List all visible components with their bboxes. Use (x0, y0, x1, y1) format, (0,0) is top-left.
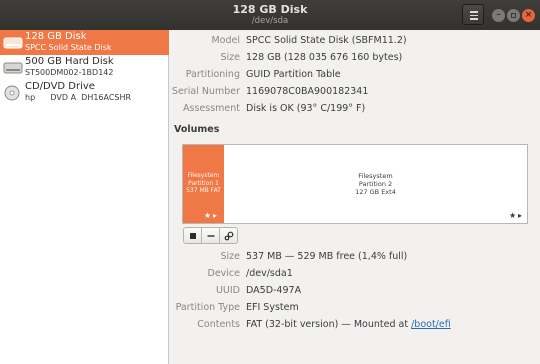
uuid-row: UUID DA5D-497A (170, 285, 540, 301)
device-row: Device /dev/sda1 (170, 268, 540, 284)
minimize-button[interactable]: – (492, 9, 505, 22)
minus-icon (207, 235, 215, 237)
drive-model: hp DVD A DH16ACSHR (25, 93, 132, 102)
contents-row: Contents FAT (32-bit version) — Mounted … (170, 319, 540, 335)
disk-details-panel: Model SPCC Solid State Disk (SBFM11.2) S… (170, 30, 540, 364)
unmount-button[interactable] (183, 227, 202, 244)
close-icon: × (524, 10, 533, 20)
partition-2-text: Filesystem Partition 2 127 GB Ext4 (224, 172, 527, 196)
model-label: Model (211, 35, 240, 46)
partition-toolbar (183, 227, 238, 245)
star-icon: ★ (509, 211, 517, 220)
partitioning-label: Partitioning (185, 69, 240, 80)
window-title: 128 GB Disk (232, 3, 308, 16)
drive-model: ST500DM002-1BD142 (25, 68, 114, 77)
assessment-row: Assessment Disk is OK (93° C/199° F) (170, 103, 540, 119)
partition-size-row: Size 537 MB — 529 MB free (1,4% full) (170, 251, 540, 267)
delete-partition-button[interactable] (201, 227, 220, 244)
harddisk-icon (3, 62, 23, 74)
star-icon: ★ (204, 211, 212, 220)
partitioning-row: Partitioning GUID Partition Table (170, 69, 540, 85)
gears-icon (224, 231, 234, 241)
drive-name: 500 GB Hard Disk (25, 56, 114, 67)
menu-button[interactable] (462, 4, 484, 25)
serial-value: 1169078C0BA900182341 (246, 86, 369, 97)
minimize-icon: – (496, 10, 501, 20)
maximize-icon (511, 13, 516, 18)
partition-2-name: Partition 2 (358, 180, 393, 188)
serial-row: Serial Number 1169078C0BA900182341 (170, 86, 540, 102)
model-value: SPCC Solid State Disk (SBFM11.2) (246, 35, 407, 46)
mounted-icon: ▸ (518, 211, 523, 220)
contents-label: Contents (197, 319, 240, 330)
title-bar: 128 GB Disk /dev/sda – × (0, 0, 540, 30)
partition-2-block[interactable]: Filesystem Partition 2 127 GB Ext4 ★ ▸ (224, 145, 527, 223)
partition-type-label: Partition Type (175, 302, 240, 313)
optical-disc-icon (4, 85, 20, 101)
contents-value: FAT (32-bit version) — Mounted at /boot/… (246, 319, 451, 330)
hamburger-icon (470, 11, 478, 13)
harddisk-icon (3, 37, 23, 49)
partition-map: Filesystem Partition 1 537 MB FAT ★ ▸ Fi… (182, 144, 528, 224)
partition-type-value: EFI System (246, 302, 299, 313)
serial-label: Serial Number (171, 86, 240, 97)
model-row: Model SPCC Solid State Disk (SBFM11.2) (170, 35, 540, 51)
device-label: Device (207, 268, 241, 279)
partitioning-value: GUID Partition Table (246, 69, 341, 80)
sidebar-item-128gb-disk[interactable]: 128 GB Disk SPCC Solid State Disk (0, 30, 169, 55)
sidebar-item-cd-dvd-drive[interactable]: CD/DVD Drive hp DVD A DH16ACSHR (0, 80, 169, 105)
drive-name: 128 GB Disk (25, 31, 87, 42)
drives-sidebar: 128 GB Disk SPCC Solid State Disk 500 GB… (0, 30, 169, 364)
partition-2-size: 127 GB Ext4 (355, 188, 396, 196)
size-label: Size (220, 52, 240, 63)
assessment-label: Assessment (183, 103, 240, 114)
uuid-value: DA5D-497A (246, 285, 302, 296)
partition-size-value: 537 MB — 529 MB free (1,4% full) (246, 251, 408, 262)
drive-name: CD/DVD Drive (25, 81, 95, 92)
size-value: 128 GB (128 035 676 160 bytes) (246, 52, 403, 63)
partition-1-size: 537 MB FAT (186, 187, 221, 194)
hamburger-icon (470, 18, 478, 20)
mount-point-link[interactable]: /boot/efi (411, 319, 451, 330)
partition-1-name: Partition 1 (188, 179, 219, 187)
partition-1-block[interactable]: Filesystem Partition 1 537 MB FAT ★ ▸ (183, 145, 224, 223)
partition-size-label: Size (220, 251, 240, 262)
window-subtitle: /dev/sda (251, 16, 289, 26)
partition-settings-button[interactable] (219, 227, 238, 244)
partition-2-kind: Filesystem (358, 172, 393, 180)
sidebar-item-500gb-disk[interactable]: 500 GB Hard Disk ST500DM002-1BD142 (0, 55, 169, 80)
contents-text: FAT (32-bit version) — Mounted at (246, 319, 412, 330)
partition-1-kind: Filesystem (187, 172, 220, 179)
size-row: Size 128 GB (128 035 676 160 bytes) (170, 52, 540, 68)
partition-1-text: Filesystem Partition 1 537 MB FAT (183, 172, 224, 195)
uuid-label: UUID (215, 285, 240, 296)
stop-icon (190, 233, 196, 239)
volumes-heading: Volumes (174, 124, 220, 135)
device-value: /dev/sda1 (246, 268, 293, 279)
hamburger-icon (470, 14, 478, 16)
maximize-button[interactable] (507, 9, 520, 22)
close-button[interactable]: × (522, 9, 535, 22)
drive-model: SPCC Solid State Disk (25, 43, 112, 52)
partition-type-row: Partition Type EFI System (170, 302, 540, 318)
assessment-value: Disk is OK (93° C/199° F) (246, 103, 366, 114)
mounted-icon: ▸ (213, 211, 218, 220)
